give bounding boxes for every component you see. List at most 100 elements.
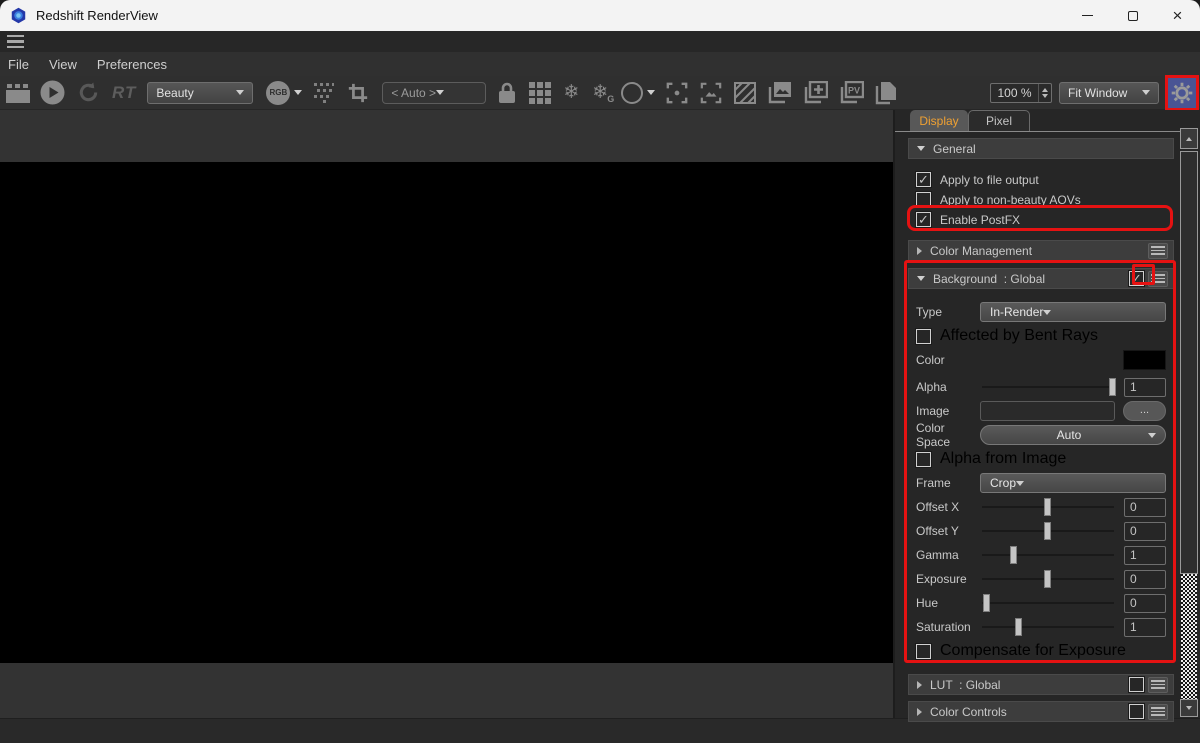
section-menu-icon[interactable] xyxy=(1148,704,1168,720)
row-label: Alpha xyxy=(916,380,980,394)
section-lut[interactable]: LUT : Global xyxy=(908,674,1174,695)
compensate-checkbox[interactable] xyxy=(916,644,931,659)
aov-dropdown-value: Beauty xyxy=(156,86,193,100)
image-path-input[interactable] xyxy=(980,401,1115,421)
exposure-slider[interactable] xyxy=(980,570,1116,588)
menu-view[interactable]: View xyxy=(49,57,77,72)
gamma-slider[interactable] xyxy=(980,546,1116,564)
scrollbar-track[interactable] xyxy=(1181,574,1197,699)
section-menu-icon[interactable] xyxy=(1148,677,1168,693)
frame-dropdown[interactable]: Crop xyxy=(980,473,1166,493)
panel-scrollbar[interactable] xyxy=(1180,128,1198,717)
type-dropdown[interactable]: In-Render xyxy=(980,302,1166,322)
offset-x-slider[interactable] xyxy=(980,498,1116,516)
zoom-spinner[interactable] xyxy=(1038,84,1051,102)
checkbox-label: Affected by Bent Rays xyxy=(940,327,1098,345)
snapshot-image-icon[interactable] xyxy=(768,81,792,104)
diagonal-compare-icon[interactable] xyxy=(734,82,756,104)
hue-slider[interactable] xyxy=(980,594,1116,612)
browse-image-button[interactable]: ... xyxy=(1123,401,1166,421)
bent-rays-checkbox[interactable] xyxy=(916,329,931,344)
close-button[interactable]: × xyxy=(1155,0,1200,31)
lock-icon[interactable] xyxy=(497,81,517,105)
zoom-spinbox[interactable]: 100 % xyxy=(990,83,1052,103)
apply-nonbeauty-checkbox[interactable] xyxy=(916,192,931,207)
rt-toggle[interactable]: RT xyxy=(112,83,136,103)
scrollbar-thumb[interactable] xyxy=(1180,151,1198,574)
colorspace-dropdown[interactable]: Auto xyxy=(980,425,1166,445)
scroll-up-button[interactable] xyxy=(1180,128,1198,149)
section-title: Color Management xyxy=(930,244,1032,258)
snapshot-pv-icon[interactable]: PV xyxy=(840,81,864,104)
render-viewport[interactable] xyxy=(0,110,893,718)
gamma-value[interactable]: 1 xyxy=(1124,546,1166,565)
alpha-from-image-row: Alpha from Image xyxy=(916,449,1166,469)
section-menu-icon[interactable] xyxy=(1148,243,1168,259)
section-background[interactable]: Background : Global ✓ xyxy=(908,268,1174,289)
tab-display[interactable]: Display xyxy=(910,110,968,131)
color-swatch[interactable] xyxy=(1123,350,1166,370)
crop-icon[interactable] xyxy=(347,82,369,104)
toolbar: RT Beauty RGB < Auto > ❄ ❄G xyxy=(0,76,1200,110)
color-controls-enabled-checkbox[interactable] xyxy=(1129,704,1144,719)
section-title: LUT : Global xyxy=(930,678,1000,692)
postfx-settings-button[interactable] xyxy=(1165,75,1199,111)
alpha-from-image-checkbox[interactable] xyxy=(916,452,931,467)
snowflake-g-icon[interactable]: ❄G xyxy=(592,83,608,102)
chevron-down-icon xyxy=(1016,481,1024,486)
saturation-value[interactable]: 1 xyxy=(1124,618,1166,637)
film-icon[interactable] xyxy=(5,82,31,104)
arrow-down-icon xyxy=(1186,706,1192,710)
exposure-value[interactable]: 0 xyxy=(1124,570,1166,589)
svg-text:PV: PV xyxy=(848,86,860,96)
circle-icon[interactable] xyxy=(621,82,643,104)
tab-pixel[interactable]: Pixel xyxy=(968,110,1030,131)
apply-file-output-checkbox[interactable]: ✓ xyxy=(916,172,931,187)
row-label: Offset X xyxy=(916,500,980,514)
snapshot-auto-dropdown[interactable]: < Auto > xyxy=(382,82,486,104)
channel-dropdown-icon[interactable] xyxy=(294,90,302,95)
dither-icon[interactable] xyxy=(313,82,335,104)
focus-icon[interactable] xyxy=(666,82,688,104)
title-bar: Redshift RenderView × xyxy=(0,0,1200,31)
snapshot-add-icon[interactable] xyxy=(804,81,828,104)
maximize-button[interactable] xyxy=(1110,0,1155,31)
hamburger-icon[interactable] xyxy=(7,35,24,48)
image-row: Image ... xyxy=(916,401,1166,421)
saturation-slider[interactable] xyxy=(980,618,1116,636)
section-color-controls[interactable]: Color Controls xyxy=(908,701,1174,722)
copy-icon[interactable] xyxy=(875,81,898,105)
grid-icon[interactable] xyxy=(529,82,551,104)
aov-dropdown[interactable]: Beauty xyxy=(147,82,253,104)
scroll-down-button[interactable] xyxy=(1180,699,1198,717)
chevron-down-icon xyxy=(1142,90,1150,95)
row-label: Gamma xyxy=(916,548,980,562)
alpha-slider[interactable] xyxy=(980,378,1116,396)
fit-window-dropdown[interactable]: Fit Window xyxy=(1059,82,1159,104)
offset-y-value[interactable]: 0 xyxy=(1124,522,1166,541)
snowflake-icon[interactable]: ❄ xyxy=(563,83,579,102)
spin-up-icon xyxy=(1042,88,1048,92)
fit-region-icon[interactable] xyxy=(700,82,722,104)
circle-dropdown-icon[interactable] xyxy=(647,90,655,95)
play-icon[interactable] xyxy=(40,80,65,105)
section-menu-icon[interactable] xyxy=(1148,271,1168,287)
offset-y-slider[interactable] xyxy=(980,522,1116,540)
offset-x-value[interactable]: 0 xyxy=(1124,498,1166,517)
lut-enabled-checkbox[interactable] xyxy=(1129,677,1144,692)
color-row: Color xyxy=(916,350,1166,370)
alpha-value[interactable]: 1 xyxy=(1124,378,1166,397)
menu-preferences[interactable]: Preferences xyxy=(97,57,167,72)
background-enabled-checkbox[interactable]: ✓ xyxy=(1129,271,1144,286)
frame-value: Crop xyxy=(990,476,1016,490)
enable-postfx-checkbox[interactable]: ✓ xyxy=(916,212,931,227)
hue-value[interactable]: 0 xyxy=(1124,594,1166,613)
minimize-button[interactable] xyxy=(1065,0,1110,31)
colorspace-value: Auto xyxy=(990,428,1148,442)
gear-icon xyxy=(1170,81,1194,105)
menu-file[interactable]: File xyxy=(8,57,29,72)
section-color-management[interactable]: Color Management xyxy=(908,240,1174,261)
channel-rgb-button[interactable]: RGB xyxy=(266,81,290,105)
restart-icon[interactable] xyxy=(77,81,100,104)
section-general[interactable]: General xyxy=(908,138,1174,159)
